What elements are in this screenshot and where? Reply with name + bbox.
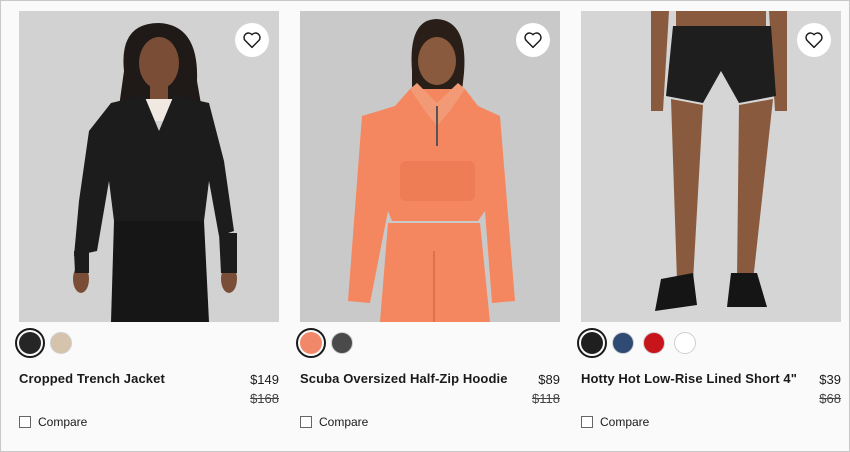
heart-icon [805, 32, 823, 49]
product-info: Cropped Trench Jacket $149 $168 [19, 370, 279, 410]
compare-label: Compare [38, 415, 88, 429]
black-jacket-photo [19, 11, 279, 322]
price-block: $39 $68 [819, 370, 841, 408]
heart-icon [243, 32, 261, 49]
swatch-black[interactable] [577, 328, 607, 358]
black-shorts-photo [581, 11, 841, 322]
color-swatches [296, 328, 560, 358]
swatch-beige[interactable] [50, 332, 72, 354]
wishlist-heart-icon[interactable] [235, 23, 269, 57]
product-grid: Cropped Trench Jacket $149 $168 Compare [15, 11, 841, 429]
color-swatches [15, 328, 279, 358]
price-block: $89 $118 [532, 370, 560, 408]
compare-toggle[interactable]: Compare [19, 415, 279, 429]
product-name[interactable]: Hotty Hot Low-Rise Lined Short 4" [581, 370, 797, 387]
sale-price: $149 [250, 372, 279, 387]
heart-icon [524, 32, 542, 49]
compare-label: Compare [600, 415, 650, 429]
product-info: Hotty Hot Low-Rise Lined Short 4" $39 $6… [581, 370, 841, 410]
wishlist-heart-icon[interactable] [516, 23, 550, 57]
product-info: Scuba Oversized Half-Zip Hoodie $89 $118 [300, 370, 560, 410]
swatch-navy[interactable] [612, 332, 634, 354]
product-image[interactable] [300, 11, 560, 322]
product-grid-frame: Cropped Trench Jacket $149 $168 Compare [0, 0, 850, 452]
compare-toggle[interactable]: Compare [581, 415, 841, 429]
original-price: $118 [532, 391, 560, 406]
coral-hoodie-photo [300, 11, 560, 322]
product-name[interactable]: Scuba Oversized Half-Zip Hoodie [300, 370, 508, 387]
compare-label: Compare [319, 415, 369, 429]
product-card-trench-jacket: Cropped Trench Jacket $149 $168 Compare [15, 11, 279, 429]
compare-checkbox[interactable] [581, 416, 593, 428]
product-card-scuba-hoodie: Scuba Oversized Half-Zip Hoodie $89 $118… [296, 11, 560, 429]
sale-price: $89 [538, 372, 560, 387]
wishlist-heart-icon[interactable] [797, 23, 831, 57]
swatch-coral[interactable] [296, 328, 326, 358]
swatch-charcoal-pattern[interactable] [331, 332, 353, 354]
compare-checkbox[interactable] [19, 416, 31, 428]
original-price: $168 [250, 391, 279, 406]
product-name[interactable]: Cropped Trench Jacket [19, 370, 165, 387]
sale-price: $39 [819, 372, 841, 387]
swatch-red[interactable] [643, 332, 665, 354]
swatch-black[interactable] [15, 328, 45, 358]
original-price: $68 [819, 391, 841, 406]
product-image[interactable] [581, 11, 841, 322]
product-card-hotty-hot-short: Hotty Hot Low-Rise Lined Short 4" $39 $6… [577, 11, 841, 429]
color-swatches [577, 328, 841, 358]
price-block: $149 $168 [250, 370, 279, 408]
compare-checkbox[interactable] [300, 416, 312, 428]
compare-toggle[interactable]: Compare [300, 415, 560, 429]
swatch-white[interactable] [674, 332, 696, 354]
product-image[interactable] [19, 11, 279, 322]
